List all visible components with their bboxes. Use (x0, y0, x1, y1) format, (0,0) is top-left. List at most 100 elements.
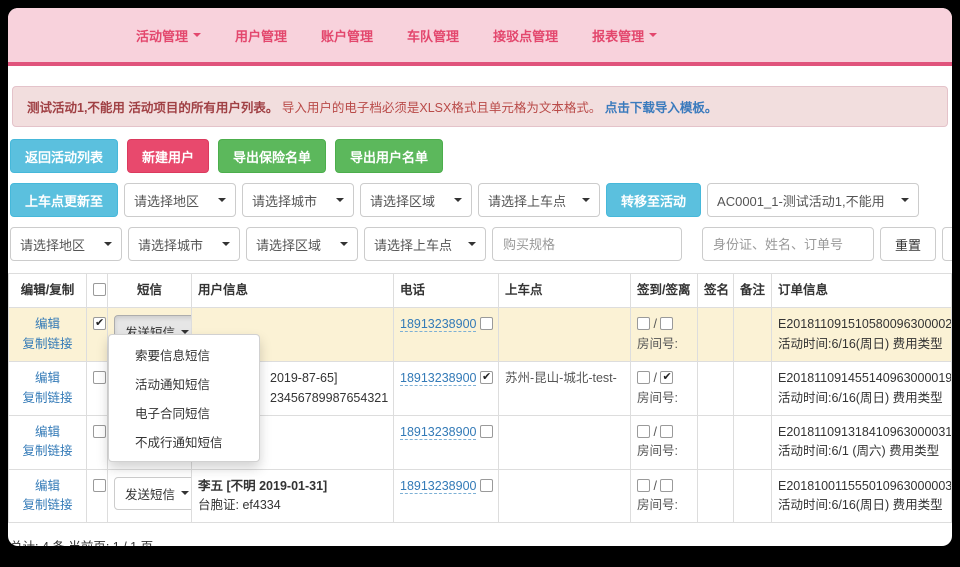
sign-out-checkbox[interactable] (660, 371, 673, 384)
copy-link[interactable]: 复制链接 (22, 337, 72, 351)
app-window: 活动管理 用户管理 账户管理 车队管理 接驳点管理 报表管理 测试活动1,不能用… (8, 8, 952, 546)
download-template-link[interactable]: 点击下载导入模板。 (605, 101, 718, 115)
sign-separator: / (653, 371, 656, 385)
send-sms-button[interactable]: 发送短信 (114, 477, 192, 510)
phone-checkbox[interactable] (480, 317, 493, 330)
menu-item-trip-cancel-notice-sms[interactable]: 不成行通知短信 (109, 427, 259, 456)
sign-out-checkbox[interactable] (660, 479, 673, 492)
row-checkbox[interactable] (93, 371, 106, 384)
select-all-checkbox[interactable] (93, 283, 106, 296)
table-header-row: 编辑/复制 短信 用户信息 电话 上车点 签到/签离 签名 备注 订单信息 (9, 274, 952, 308)
back-to-activity-list-button[interactable]: 返回活动列表 (10, 139, 118, 173)
sign-in-checkbox[interactable] (637, 317, 650, 330)
phone-link[interactable]: 18913238900 (400, 479, 476, 494)
nav-item-activity-mgmt[interactable]: 活动管理 (136, 26, 201, 45)
copy-link[interactable]: 复制链接 (22, 391, 72, 405)
signature-cell (698, 469, 734, 523)
export-insurance-list-button[interactable]: 导出保险名单 (218, 139, 326, 173)
nav-label: 用户管理 (235, 26, 287, 45)
sign-in-checkbox[interactable] (637, 479, 650, 492)
phone-checkbox[interactable] (480, 425, 493, 438)
pagination-summary: 总计: 4 条,当前页: 1 / 1 页 (10, 536, 948, 546)
caret-down-icon (222, 242, 230, 246)
nav-item-fleet-mgmt[interactable]: 车队管理 (407, 26, 459, 45)
order-number: E2018110915105800963000025 (778, 317, 952, 331)
edit-link[interactable]: 编辑 (35, 371, 60, 385)
caret-down-icon (340, 242, 348, 246)
transfer-to-activity-button[interactable]: 转移至活动 (606, 183, 701, 217)
sign-in-checkbox[interactable] (637, 425, 650, 438)
edit-link[interactable]: 编辑 (35, 479, 60, 493)
pickup-point-select[interactable]: 请选择上车点 (478, 183, 600, 217)
nav-item-user-mgmt[interactable]: 用户管理 (235, 26, 287, 45)
sign-out-checkbox[interactable] (660, 317, 673, 330)
reset-button[interactable]: 重置 (880, 227, 936, 261)
select-value: 请选择上车点 (488, 191, 566, 210)
purchase-spec-input[interactable] (492, 227, 682, 261)
phone-checkbox[interactable] (480, 479, 493, 492)
menu-item-e-contract-sms[interactable]: 电子合同短信 (109, 398, 259, 427)
sign-separator: / (653, 425, 656, 439)
export-user-list-button[interactable]: 导出用户名单 (335, 139, 443, 173)
copy-link[interactable]: 复制链接 (22, 444, 72, 458)
sms-dropdown-menu: 索要信息短信 活动通知短信 电子合同短信 不成行通知短信 (108, 334, 260, 462)
region-select[interactable]: 请选择地区 (124, 183, 236, 217)
caret-down-icon (336, 198, 344, 202)
filter-button[interactable]: 过滤 (942, 227, 952, 261)
row-checkbox[interactable] (93, 479, 106, 492)
nav-label: 接驳点管理 (493, 26, 558, 45)
col-header-order: 订单信息 (772, 274, 952, 308)
col-header-sms: 短信 (108, 274, 192, 308)
edit-link[interactable]: 编辑 (35, 317, 60, 331)
nav-label: 报表管理 (592, 26, 644, 45)
navbar-divider (8, 62, 952, 66)
order-detail: 活动时间:6/1 (周六) 费用类型 (778, 444, 939, 458)
sms-button-label: 发送短信 (125, 484, 175, 503)
alert-banner: 测试活动1,不能用 活动项目的所有用户列表。 导入用户的电子档必须是XLSX格式… (12, 86, 948, 127)
nav-item-account-mgmt[interactable]: 账户管理 (321, 26, 373, 45)
update-pickup-point-button[interactable]: 上车点更新至 (10, 183, 118, 217)
target-activity-select[interactable]: AC0001_1-测试活动1,不能用 (707, 183, 919, 217)
user-id: 台胞证: ef4334 (198, 498, 281, 512)
menu-item-request-info-sms[interactable]: 索要信息短信 (109, 340, 259, 369)
region-filter-select[interactable]: 请选择地区 (10, 227, 122, 261)
search-input[interactable] (702, 227, 874, 261)
row-checkbox[interactable] (93, 425, 106, 438)
col-header-phone: 电话 (394, 274, 499, 308)
district-filter-select[interactable]: 请选择区域 (246, 227, 358, 261)
sign-in-checkbox[interactable] (637, 371, 650, 384)
sign-out-checkbox[interactable] (660, 425, 673, 438)
phone-link[interactable]: 18913238900 (400, 425, 476, 440)
caret-down-icon (901, 198, 909, 202)
phone-checkbox[interactable] (480, 371, 493, 384)
caret-down-icon (104, 242, 112, 246)
select-value: 请选择城市 (138, 235, 203, 254)
signature-cell (698, 308, 734, 362)
menu-item-activity-notice-sms[interactable]: 活动通知短信 (109, 369, 259, 398)
phone-link[interactable]: 18913238900 (400, 371, 476, 386)
city-select[interactable]: 请选择城市 (242, 183, 354, 217)
select-value: AC0001_1-测试活动1,不能用 (717, 191, 885, 210)
new-user-button[interactable]: 新建用户 (127, 139, 209, 173)
caret-down-icon (181, 491, 189, 495)
city-filter-select[interactable]: 请选择城市 (128, 227, 240, 261)
col-header-user-info: 用户信息 (192, 274, 394, 308)
order-number: E201811091318410963000031 (778, 425, 952, 439)
select-value: 请选择区域 (370, 191, 435, 210)
edit-link[interactable]: 编辑 (35, 425, 60, 439)
note-cell (734, 469, 772, 523)
sign-separator: / (653, 317, 656, 331)
note-cell (734, 308, 772, 362)
pickup-point-filter-select[interactable]: 请选择上车点 (364, 227, 486, 261)
order-number: E201810011555010963000003 (778, 479, 952, 493)
nav-item-pickup-point-mgmt[interactable]: 接驳点管理 (493, 26, 558, 45)
order-detail: 活动时间:6/16(周日) 费用类型 (778, 337, 943, 351)
row-checkbox[interactable] (93, 317, 106, 330)
caret-down-icon (582, 198, 590, 202)
phone-link[interactable]: 18913238900 (400, 317, 476, 332)
alert-text: 导入用户的电子档必须是XLSX格式且单元格为文本格式。 (282, 101, 601, 115)
district-select[interactable]: 请选择区域 (360, 183, 472, 217)
copy-link[interactable]: 复制链接 (22, 498, 72, 512)
nav-item-report-mgmt[interactable]: 报表管理 (592, 26, 657, 45)
col-header-edit-copy: 编辑/复制 (9, 274, 87, 308)
